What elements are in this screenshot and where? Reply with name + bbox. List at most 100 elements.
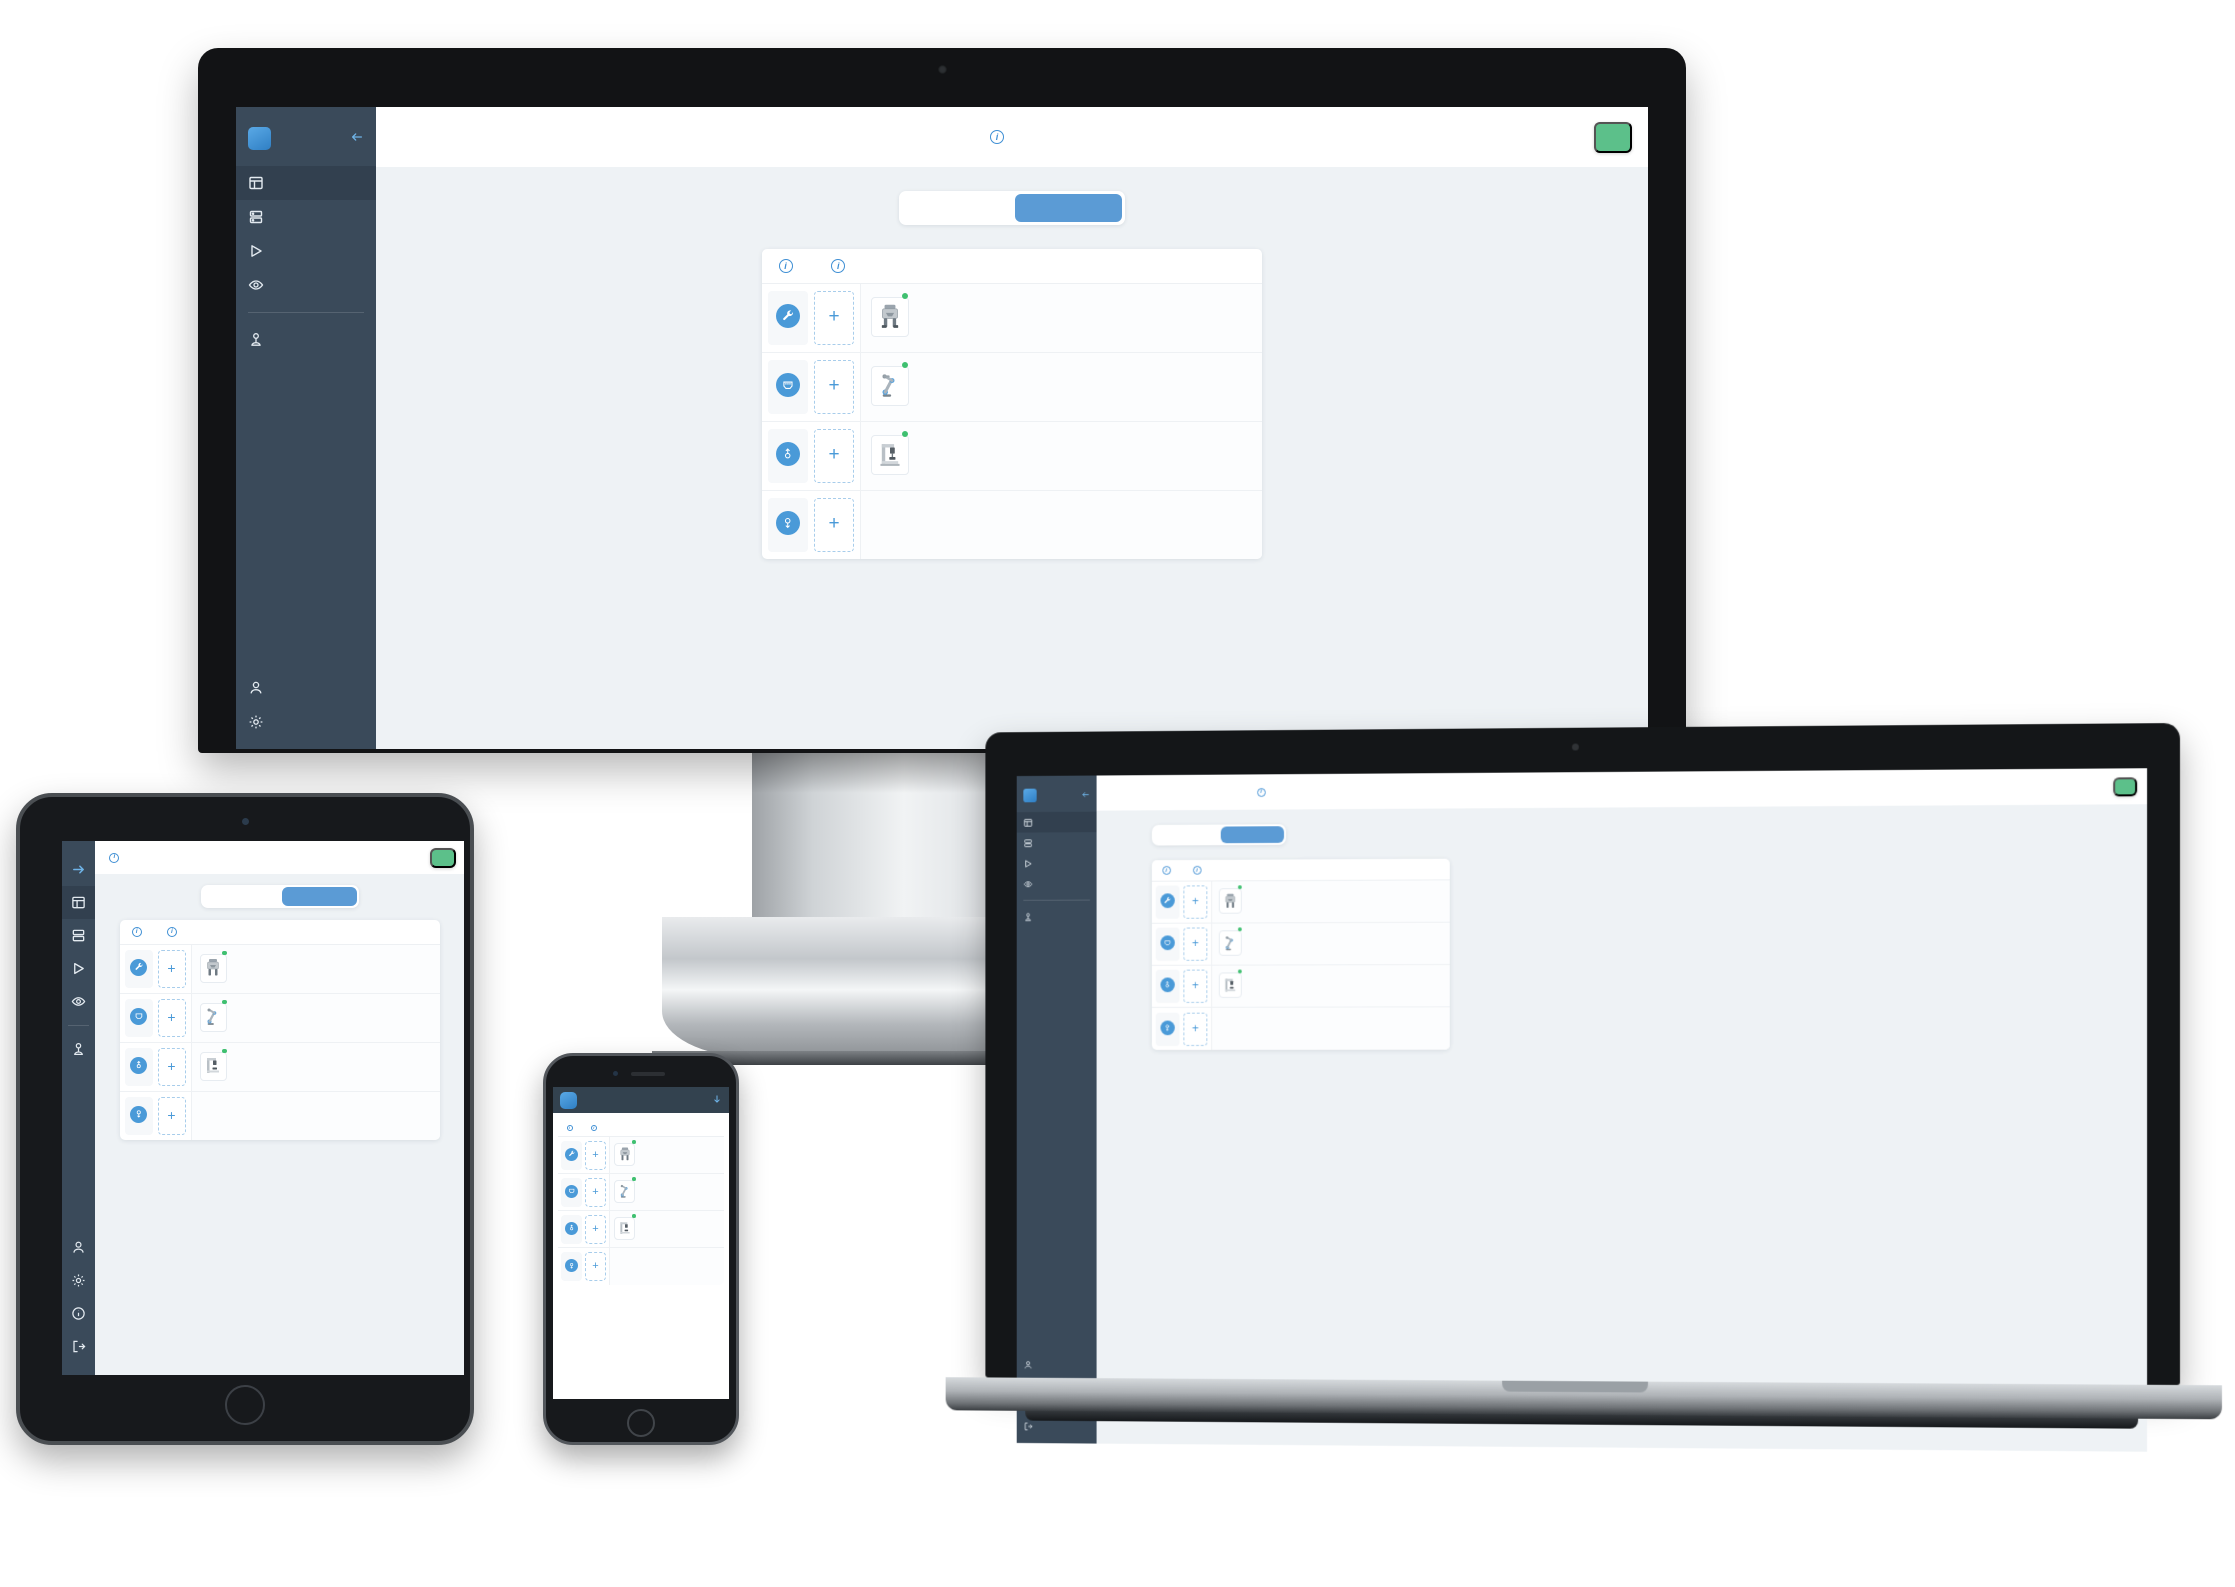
interface-card-ethernet[interactable]: [768, 360, 808, 414]
arrow-left-icon[interactable]: [1081, 790, 1090, 801]
tab-communication[interactable]: [203, 887, 278, 906]
device-card[interactable]: [614, 1214, 636, 1241]
interface-card-digital-in[interactable]: [1155, 969, 1180, 1003]
sidebar-item-applications[interactable]: [62, 919, 95, 952]
tab-main-module[interactable]: [1015, 194, 1122, 222]
devices-cell: [1212, 922, 1450, 965]
interface-card-digital-out[interactable]: [768, 498, 808, 552]
topbar: i: [95, 841, 464, 874]
sidebar-item-logout[interactable]: [62, 1330, 95, 1363]
add-device-button[interactable]: +: [814, 291, 854, 345]
app-window-tablet: i i i + + + +: [62, 841, 464, 1375]
interface-card-ethernet[interactable]: [561, 1177, 582, 1207]
sidebar-item-system[interactable]: [236, 705, 376, 739]
sidebar-item-monitor[interactable]: [62, 985, 95, 1018]
sidebar-item-cell-setup[interactable]: [62, 886, 95, 919]
interface-card-tools[interactable]: [768, 291, 808, 345]
add-device-button[interactable]: +: [1183, 885, 1208, 919]
add-device-button[interactable]: +: [1183, 969, 1208, 1003]
sidebar-item-profile[interactable]: [1017, 1354, 1097, 1375]
add-device-button[interactable]: +: [585, 1252, 606, 1281]
interface-card-digital-out[interactable]: [561, 1252, 582, 1281]
sidebar-item-operate[interactable]: [62, 952, 95, 985]
interface-card-digital-in[interactable]: [124, 1048, 153, 1086]
phone-home-button[interactable]: [627, 1409, 655, 1437]
tablet-home-button[interactable]: [225, 1385, 265, 1425]
sidebar-item-control-panel[interactable]: [1017, 906, 1097, 927]
tab-communication[interactable]: [1154, 827, 1217, 844]
device-card[interactable]: [1218, 885, 1242, 916]
tab-main-module[interactable]: [281, 887, 357, 906]
add-device-button[interactable]: +: [1183, 1012, 1208, 1046]
next-workspace-button[interactable]: [1594, 121, 1632, 153]
info-circle-icon[interactable]: i: [1256, 787, 1266, 797]
sidebar-item-system[interactable]: [62, 1264, 95, 1297]
device-card[interactable]: [871, 361, 909, 409]
chevron-down-icon[interactable]: [712, 1094, 722, 1107]
info-circle-icon[interactable]: i: [990, 130, 1004, 144]
add-device-button[interactable]: +: [814, 360, 854, 414]
interface-card-digital-in[interactable]: [768, 429, 808, 483]
interface-card-digital-out[interactable]: [1155, 1012, 1180, 1046]
info-circle-icon[interactable]: i: [566, 1125, 573, 1131]
sidebar-item-control-panel[interactable]: [62, 1033, 95, 1066]
next-workspace-button[interactable]: [2113, 776, 2138, 796]
gripper-icon: [614, 1143, 635, 1166]
info-circle-icon[interactable]: i: [778, 259, 793, 273]
add-device-button[interactable]: +: [814, 498, 854, 552]
interface-card-tools[interactable]: [124, 950, 153, 988]
sidebar-item-applications[interactable]: [236, 200, 376, 234]
sidebar-item-applications[interactable]: [1017, 832, 1097, 853]
device-card[interactable]: [614, 1177, 636, 1204]
interface-card-digital-out[interactable]: [124, 1097, 153, 1135]
info-circle-icon[interactable]: i: [167, 927, 178, 937]
add-device-button[interactable]: +: [814, 429, 854, 483]
device-card[interactable]: [1218, 927, 1242, 958]
device-card[interactable]: [1218, 969, 1242, 999]
tab-communication[interactable]: [902, 194, 1009, 222]
sidebar-item-profile[interactable]: [62, 1231, 95, 1264]
add-device-button[interactable]: +: [157, 999, 186, 1037]
info-circle-icon[interactable]: i: [131, 927, 142, 937]
info-circle-icon[interactable]: i: [831, 259, 846, 273]
add-device-button[interactable]: +: [585, 1214, 606, 1244]
add-device-button[interactable]: +: [585, 1177, 606, 1207]
add-device-button[interactable]: +: [157, 950, 186, 988]
sidebar-item-profile[interactable]: [236, 671, 376, 705]
sidebar-item-cell-setup[interactable]: [1016, 811, 1097, 833]
sidebar-item-monitor[interactable]: [1017, 873, 1097, 894]
sidebar-expand-button[interactable]: [62, 853, 95, 886]
interface-rows: + + + +: [1151, 880, 1450, 1050]
device-card[interactable]: [199, 999, 227, 1034]
sidebar-item-operate[interactable]: [1017, 853, 1097, 874]
next-workspace-button[interactable]: [430, 847, 456, 868]
interface-card-tools[interactable]: [561, 1140, 582, 1170]
add-device-button[interactable]: +: [157, 1097, 186, 1135]
device-card[interactable]: [614, 1140, 636, 1167]
sidebar-item-cell-setup[interactable]: [236, 166, 376, 200]
interface-card-digital-in[interactable]: [561, 1214, 582, 1244]
device-card[interactable]: [199, 1048, 227, 1083]
add-device-button[interactable]: +: [585, 1140, 606, 1170]
interface-card-ethernet[interactable]: [1155, 927, 1180, 961]
arrow-left-icon[interactable]: [350, 130, 364, 147]
tab-main-module[interactable]: [1220, 826, 1285, 844]
sidebar-item-monitor[interactable]: [236, 268, 376, 302]
sidebar-item-control-panel[interactable]: [236, 323, 376, 357]
add-device-button[interactable]: +: [157, 1048, 186, 1086]
sidebar-item-faq[interactable]: [62, 1297, 95, 1330]
device-card[interactable]: [199, 950, 227, 985]
info-circle-icon[interactable]: i: [1192, 865, 1202, 875]
interface-card-ethernet[interactable]: [124, 999, 153, 1037]
body-area: i i + + + +: [553, 1113, 729, 1399]
device-card[interactable]: [871, 292, 909, 340]
interface-cell: +: [762, 491, 861, 559]
device-card[interactable]: [871, 430, 909, 478]
info-circle-icon[interactable]: i: [109, 852, 120, 863]
sidebar-item-operate[interactable]: [236, 234, 376, 268]
info-circle-icon[interactable]: i: [591, 1125, 598, 1131]
interface-card-tools[interactable]: [1155, 885, 1180, 919]
add-device-button[interactable]: +: [1183, 927, 1208, 961]
info-circle-icon[interactable]: i: [1162, 865, 1171, 875]
